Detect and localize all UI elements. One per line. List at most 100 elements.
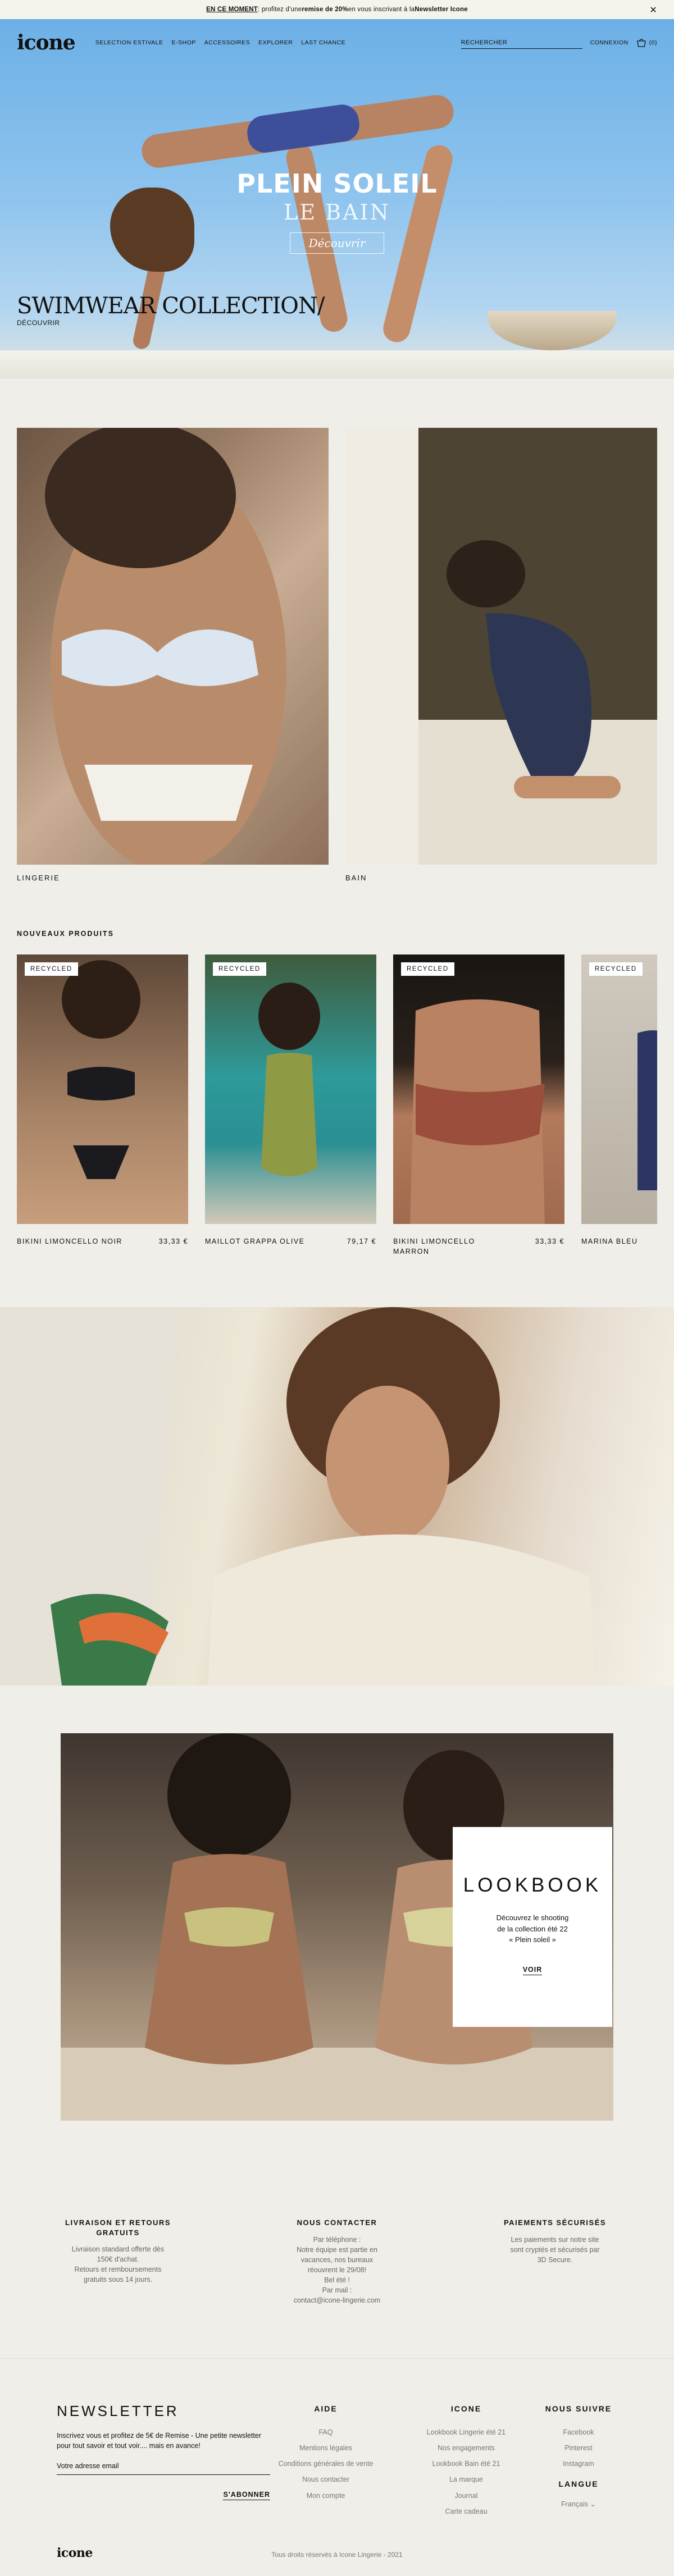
service-line: réouvrent le 29/08! xyxy=(307,2266,367,2274)
search-field xyxy=(461,37,582,49)
lookbook-title: LOOKBOOK xyxy=(463,1874,602,1896)
bag-icon xyxy=(636,39,646,47)
footer-column-language: LANGUE Français ⌄ xyxy=(534,2479,623,2512)
contact-email-link[interactable]: contact@icone-lingerie.com xyxy=(294,2296,380,2304)
editorial-banner-image xyxy=(0,1307,674,1686)
newsletter-title: NEWSLETTER xyxy=(57,2403,179,2419)
newsletter-section: NEWSLETTER Inscrivez vous et profitez de… xyxy=(57,2403,270,2500)
hero-banner[interactable] xyxy=(0,19,674,378)
subscribe-button[interactable]: S'ABONNER xyxy=(223,2491,270,2500)
product-image[interactable]: RECYCLED xyxy=(393,954,564,1224)
service-line: gratuits sous 14 jours. xyxy=(83,2276,153,2284)
footer-column-icone: ICONE Lookbook Lingerie été 21 Nos engag… xyxy=(416,2404,517,2519)
product-name[interactable]: MARINA BLEU xyxy=(581,1236,638,1246)
recycled-badge: RECYCLED xyxy=(25,962,78,976)
footer-link[interactable]: Mon compte xyxy=(275,2488,376,2504)
product-photo xyxy=(637,1030,657,1190)
lookbook-description: Découvrez le shooting de la collection é… xyxy=(453,1912,612,1945)
product-name[interactable]: MAILLOT GRAPPA OLIVE xyxy=(205,1236,305,1246)
footer-link[interactable]: Lookbook Bain été 21 xyxy=(416,2456,517,2472)
product-image[interactable]: RECYCLED xyxy=(205,954,376,1224)
product-image[interactable]: RECYCLED xyxy=(17,954,188,1224)
lookbook-voir-button[interactable]: VOIR xyxy=(522,1966,543,1975)
announcement-newsletter-link[interactable]: Newsletter Icone xyxy=(415,6,468,13)
footer-heading: ICONE xyxy=(450,2404,482,2413)
account-link[interactable]: CONNEXION xyxy=(590,39,629,46)
product-name[interactable]: BIKINI LIMONCELLO MARRON xyxy=(393,1236,506,1257)
footer-link[interactable]: Mentions légales xyxy=(275,2440,376,2456)
main-nav: SELECTION ESTIVALE E-SHOP ACCESSOIRES EX… xyxy=(95,39,345,46)
bain-photo xyxy=(345,428,657,865)
email-field xyxy=(57,2461,270,2475)
product-price: 33,33 € xyxy=(535,1237,564,1245)
category-lingerie-label[interactable]: LINGERIE xyxy=(17,874,60,882)
footer-divider xyxy=(0,2358,674,2359)
lingerie-photo xyxy=(45,428,286,865)
product-photo xyxy=(62,960,140,1179)
service-text: Livraison standard offerte dès 150€ d'ac… xyxy=(51,2244,185,2285)
service-line: vacances, nos bureaux xyxy=(300,2255,374,2264)
product-image[interactable]: RECYCLED xyxy=(581,954,657,1224)
nav-item-explorer[interactable]: EXPLORER xyxy=(258,39,293,46)
service-title: PAIEMENTS SÉCURISÉS xyxy=(503,2218,607,2227)
site-header: icone SELECTION ESTIVALE E-SHOP ACCESSOI… xyxy=(0,19,674,66)
language-select[interactable]: Français ⌄ xyxy=(534,2496,623,2512)
pinterest-link[interactable]: Pinterest xyxy=(534,2440,623,2456)
hero-discover-link[interactable]: DÉCOUVRIR xyxy=(17,319,60,327)
announcement-text-2: en vous inscrivant à la xyxy=(348,6,415,13)
service-payment: PAIEMENTS SÉCURISÉS Les paiements sur no… xyxy=(488,2218,622,2265)
service-line: Notre équipe est partie en xyxy=(297,2245,377,2254)
service-contact: NOUS CONTACTER Par téléphone : Notre équ… xyxy=(270,2218,404,2305)
recycled-badge: RECYCLED xyxy=(401,962,454,976)
category-lingerie-image[interactable] xyxy=(17,428,329,865)
footer-link[interactable]: Journal xyxy=(416,2488,517,2504)
lookbook-line-3: « Plein soleil » xyxy=(509,1935,556,1944)
service-line: Par mail : xyxy=(322,2286,352,2295)
newsletter-email-input[interactable] xyxy=(57,2462,270,2470)
search-input[interactable] xyxy=(461,39,582,46)
facebook-link[interactable]: Facebook xyxy=(534,2424,623,2440)
product-card[interactable]: RECYCLED MAILLOT GRAPPA OLIVE 79,17 € xyxy=(205,954,376,1246)
footer-heading: AIDE xyxy=(314,2404,338,2413)
hero-photo-ledge xyxy=(0,350,674,378)
footer-link[interactable]: Nous contacter xyxy=(275,2472,376,2487)
service-line: Bel été ! xyxy=(324,2276,350,2285)
announcement-lead[interactable]: EN CE MOMENT xyxy=(206,6,258,13)
category-bain-label[interactable]: BAIN xyxy=(345,874,367,882)
close-icon[interactable]: ✕ xyxy=(649,4,657,16)
lookbook-card: LOOKBOOK Découvrez le shooting de la col… xyxy=(453,1827,612,2027)
product-card[interactable]: RECYCLED BIKINI LIMONCELLO NOIR 33,33 € xyxy=(17,954,188,1246)
recycled-badge: RECYCLED xyxy=(213,962,266,976)
product-name[interactable]: BIKINI LIMONCELLO NOIR xyxy=(17,1236,122,1246)
new-products-title: NOUVEAUX PRODUITS xyxy=(17,930,114,938)
nav-item-eshop[interactable]: E-SHOP xyxy=(172,39,196,46)
footer-link[interactable]: FAQ xyxy=(275,2424,376,2440)
hero-subtitle: LE BAIN xyxy=(284,200,390,225)
logo[interactable]: icone xyxy=(17,31,76,54)
footer-column-social: NOUS SUIVRE Facebook Pinterest Instagram xyxy=(534,2404,623,2472)
product-card[interactable]: RECYCLED BIKINI LIMONCELLO MARRON 33,33 … xyxy=(393,954,564,1257)
cart-button[interactable]: (0) xyxy=(636,38,657,47)
service-line: 150€ d'achat. xyxy=(97,2255,139,2264)
footer-link[interactable]: Conditions générales de vente xyxy=(275,2456,376,2472)
service-line: Retours et remboursements xyxy=(74,2266,162,2274)
footer-link[interactable]: La marque xyxy=(416,2472,517,2487)
category-bain-image[interactable] xyxy=(345,428,657,865)
service-text: Les paiements sur notre site sont crypté… xyxy=(488,2235,622,2265)
footer-link[interactable]: Carte cadeau xyxy=(416,2504,517,2519)
instagram-link[interactable]: Instagram xyxy=(534,2456,623,2472)
footer-link[interactable]: Nos engagements xyxy=(416,2440,517,2456)
service-title: LIVRAISON ET RETOURS GRATUITS xyxy=(65,2218,171,2237)
newsletter-text: Inscrivez vous et profitez de 5€ de Remi… xyxy=(57,2432,262,2450)
announcement-text-1: : profitez d'une xyxy=(258,6,302,13)
nav-item-last-chance[interactable]: LAST CHANCE xyxy=(301,39,345,46)
hero-title: PLEIN SOLEIL xyxy=(236,168,438,199)
nav-item-accessoires[interactable]: ACCESSOIRES xyxy=(204,39,250,46)
hero-discover-button[interactable]: Découvrir xyxy=(290,232,384,254)
product-photo xyxy=(258,983,320,1176)
product-card[interactable]: RECYCLED MARINA BLEU xyxy=(581,954,657,1246)
editorial-photo xyxy=(0,1307,595,1686)
footer-link[interactable]: Lookbook Lingerie été 21 xyxy=(416,2424,517,2440)
nav-item-selection-estivale[interactable]: SELECTION ESTIVALE xyxy=(95,39,163,46)
lookbook-line-2: de la collection été 22 xyxy=(497,1924,568,1933)
